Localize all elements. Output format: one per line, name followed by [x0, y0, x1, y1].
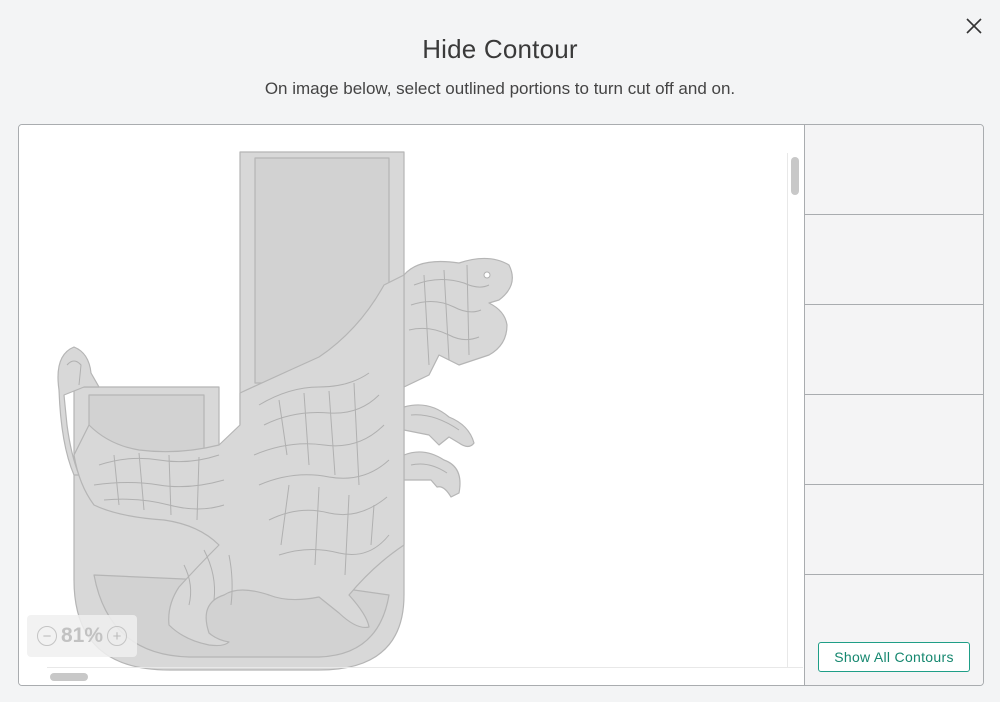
horizontal-scroll-thumb[interactable]: [50, 673, 88, 681]
trex-arm-contour-2: [403, 451, 461, 498]
contour-slot[interactable]: [805, 395, 983, 485]
design-canvas[interactable]: − 81% +: [19, 125, 804, 685]
contour-sidebar: Show All Contours: [804, 125, 983, 685]
contour-slot[interactable]: [805, 125, 983, 215]
contour-slot[interactable]: [805, 485, 983, 575]
zoom-control: − 81% +: [27, 615, 137, 657]
contour-slot[interactable]: [805, 215, 983, 305]
vertical-scroll-thumb[interactable]: [791, 157, 799, 195]
plus-icon: +: [112, 627, 122, 645]
horizontal-scrollbar[interactable]: [47, 667, 803, 683]
trex-head-contour: [403, 257, 513, 388]
contour-slot[interactable]: [805, 305, 983, 395]
contour-panel: − 81% + Show All Contours: [18, 124, 984, 686]
zoom-level: 81%: [60, 624, 104, 647]
zoom-in-button[interactable]: +: [107, 626, 128, 646]
vertical-scrollbar[interactable]: [787, 153, 801, 667]
dialog-subtitle: On image below, select outlined portions…: [264, 79, 736, 98]
contour-artwork[interactable]: [19, 125, 804, 685]
minus-icon: −: [42, 627, 52, 645]
zoom-out-button[interactable]: −: [36, 626, 57, 646]
show-all-contours-button[interactable]: Show All Contours: [818, 642, 970, 672]
dialog-title: Hide Contour: [422, 34, 578, 64]
trex-arm-contour: [403, 404, 475, 448]
